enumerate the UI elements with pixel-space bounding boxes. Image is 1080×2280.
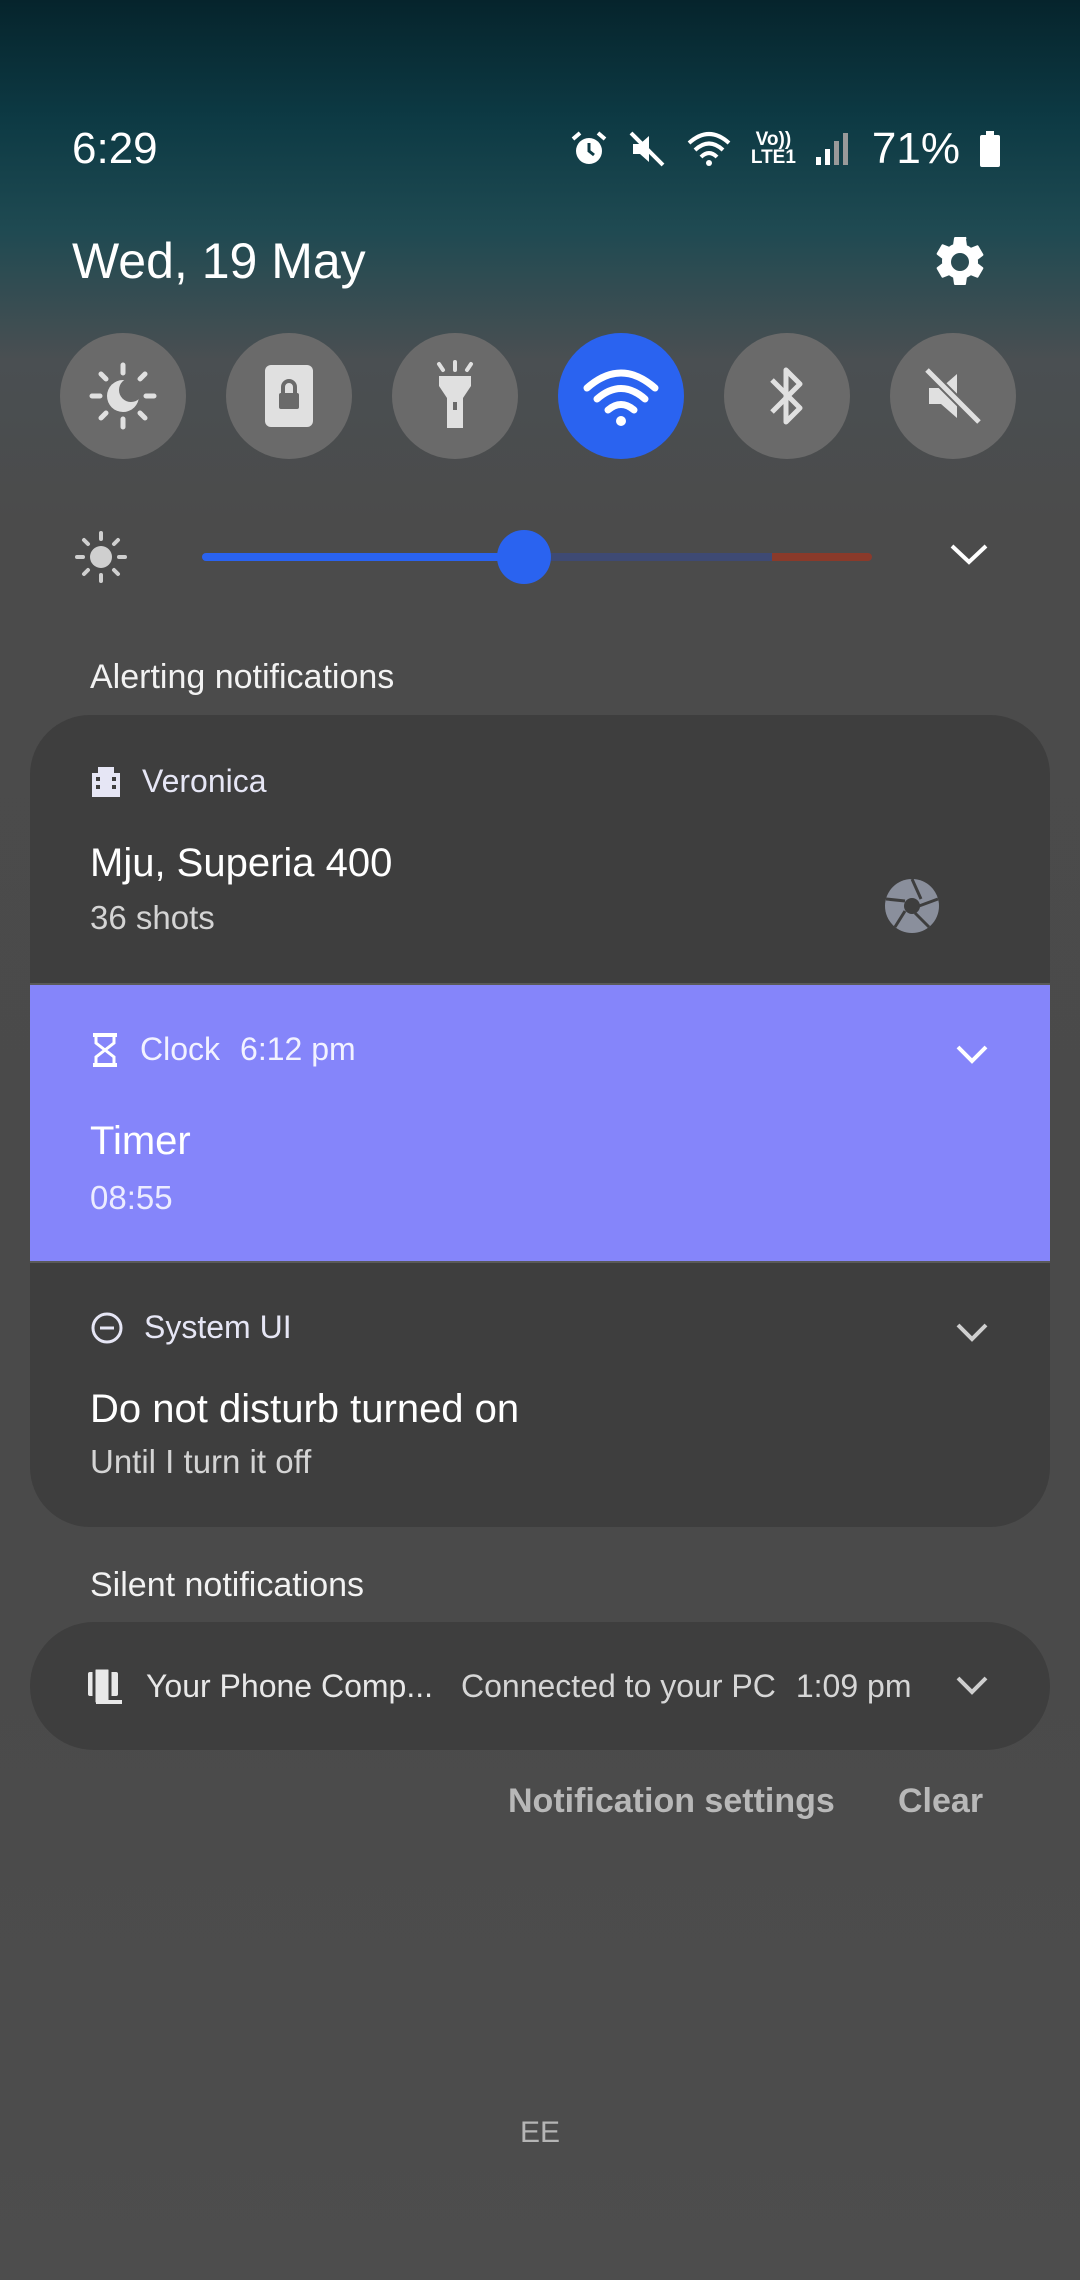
carrier-label: EE: [519, 2116, 561, 2149]
tile-night-mode[interactable]: [60, 333, 186, 459]
alerting-notifications-label: Alerting notifications: [90, 658, 395, 696]
expand-chevron-icon[interactable]: [948, 540, 990, 575]
tile-wifi[interactable]: [558, 333, 684, 459]
chevron-down-icon[interactable]: [954, 1043, 990, 1072]
battery-icon: [980, 131, 1000, 167]
quick-settings-tiles: [60, 333, 1016, 459]
lock-screen-icon: [265, 365, 313, 427]
notification-text: Connected to your PC: [461, 1667, 776, 1704]
silent-notification-row: Your Phone Comp... Connected to your PC …: [86, 1622, 911, 1750]
settings-gear-icon[interactable]: [930, 232, 990, 292]
tile-flashlight[interactable]: [392, 333, 518, 459]
chevron-down-icon[interactable]: [954, 1674, 990, 1703]
silent-notifications-label: Silent notifications: [90, 1566, 365, 1604]
phone-pc-icon: [88, 1666, 122, 1706]
status-time: 6:29: [72, 124, 158, 173]
notification-time: 6:12 pm: [240, 1031, 356, 1067]
signal-icon: [815, 133, 848, 165]
notification-text: 36 shots: [90, 899, 215, 936]
alarm-icon: [571, 131, 607, 164]
alerting-notifications-group: Veronica Mju, Superia 400 36 shots Clock…: [30, 715, 1050, 1527]
notification-title: Do not disturb turned on: [90, 1387, 520, 1431]
tile-screen-lock[interactable]: [226, 333, 352, 459]
film-icon: [92, 766, 120, 797]
notification-app-name: System UI: [144, 1309, 292, 1345]
brightness-fill: [202, 553, 524, 561]
lte-label: LTE1: [750, 147, 796, 168]
notification-settings-button[interactable]: Notification settings: [508, 1782, 835, 1821]
notification-veronica[interactable]: Veronica Mju, Superia 400 36 shots: [30, 715, 1050, 983]
notification-clock[interactable]: Clock 6:12 pm Timer 08:55: [30, 985, 1050, 1261]
notification-your-phone[interactable]: Your Phone Comp... Connected to your PC …: [30, 1622, 1050, 1750]
aperture-icon: [885, 878, 939, 933]
tile-bluetooth[interactable]: [724, 333, 850, 459]
notification-title: Timer: [90, 1119, 191, 1163]
notification-title: Mju, Superia 400: [90, 841, 393, 885]
bluetooth-icon: [770, 367, 803, 425]
dnd-icon: [91, 1312, 123, 1343]
wifi-icon: [583, 369, 659, 426]
mute-icon: [923, 366, 983, 426]
notification-system-ui[interactable]: System UI Do not disturb turned on Until…: [30, 1263, 1050, 1527]
clear-button[interactable]: Clear: [898, 1782, 983, 1821]
brightness-thumb[interactable]: [496, 530, 551, 584]
notification-header: Clock 6:12 pm: [90, 1031, 356, 1068]
brightness-sun-icon: [74, 530, 128, 589]
mute-icon: [629, 131, 665, 167]
hourglass-icon: [93, 1032, 117, 1067]
sun-moon-icon: [89, 362, 157, 430]
notification-header: Veronica: [90, 763, 267, 800]
date-label: Wed, 19 May: [72, 233, 366, 289]
notification-app-name: Veronica: [142, 763, 267, 799]
notification-time: 1:09 pm: [795, 1667, 912, 1704]
status-icons: Vo)) LTE1 71%: [569, 124, 1002, 174]
volte-icon: Vo)) LTE1: [750, 130, 796, 168]
notification-app-name: Clock: [140, 1031, 221, 1067]
notification-header: System UI: [90, 1309, 292, 1346]
brightness-high-zone: [772, 553, 872, 561]
chevron-down-icon[interactable]: [954, 1321, 990, 1350]
notification-text: 08:55: [90, 1179, 173, 1216]
wifi-icon: [687, 132, 731, 166]
tile-sound-mute[interactable]: [890, 333, 1016, 459]
notification-text: Until I turn it off: [90, 1443, 312, 1480]
battery-percent: 71%: [871, 124, 960, 173]
flashlight-icon: [437, 360, 473, 428]
notification-app-name: Your Phone Comp...: [146, 1667, 433, 1704]
